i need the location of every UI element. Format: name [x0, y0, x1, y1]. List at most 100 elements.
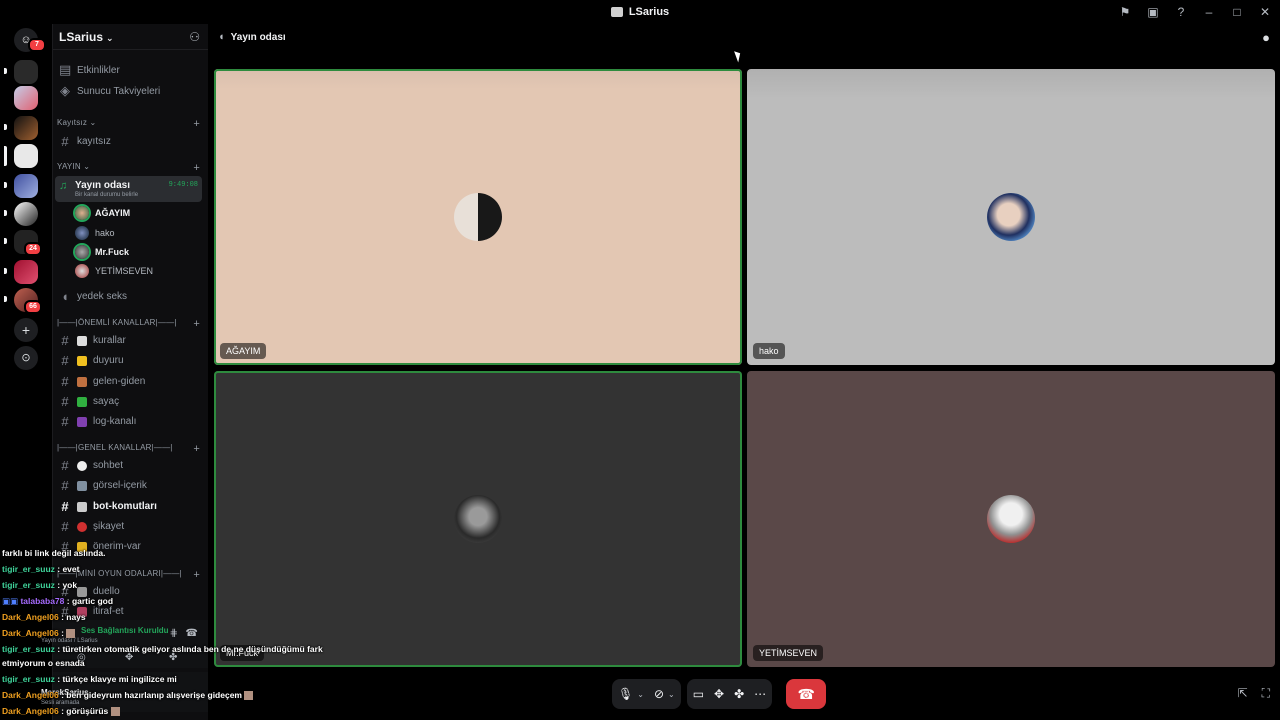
chat-icon[interactable]: ● [1262, 30, 1270, 45]
popout-icon[interactable]: ⇱ [1238, 686, 1248, 701]
mic-camera-group: 🎙︎ ⌄ ⊘ ⌄ [612, 679, 681, 709]
hash-icon: # [61, 458, 69, 473]
sidebar-item-events[interactable]: ▤ Etkinlikler [59, 62, 202, 78]
sidebar-item-label: Sunucu Takviyeleri [77, 85, 161, 97]
channel-sohbet[interactable]: # sohbet [59, 458, 202, 473]
camera-off-icon[interactable]: ⊘ [654, 687, 664, 701]
participant-tile[interactable]: Mr.Fuck [214, 371, 742, 667]
speech-bubble-icon [77, 460, 87, 471]
chat-message: ▣▣ talababa78 : gartic god [2, 596, 113, 607]
chat-text: : türetirken otomatik geliyor aslında be… [54, 644, 323, 654]
unread-pill [4, 268, 7, 274]
server-icon[interactable] [14, 116, 38, 140]
swords-icon [77, 586, 87, 597]
plus-icon[interactable]: + [193, 118, 200, 130]
call-controls: 🎙︎ ⌄ ⊘ ⌄ ▭ ✥ ✤ ⋯ ☎ [612, 678, 827, 710]
channel-kurallar[interactable]: # kurallar [59, 333, 202, 348]
member-name: YETİMSEVEN [95, 266, 154, 276]
participant-tile[interactable]: AĞAYIM [214, 69, 742, 365]
chat-message: Dark_Angel06 : nays [2, 612, 86, 622]
maximize-button[interactable]: □ [1230, 5, 1244, 19]
category-label: Kayıtsız [57, 118, 88, 127]
plus-icon[interactable]: + [193, 443, 200, 455]
plus-icon[interactable]: + [193, 162, 200, 174]
inbox-icon[interactable]: ▣ [1146, 5, 1160, 19]
mouse-cursor [734, 49, 743, 63]
more-icon[interactable]: ⋯ [754, 687, 766, 701]
hangup-button[interactable]: ☎ [786, 679, 827, 709]
plus-icon[interactable]: + [193, 569, 200, 581]
server-name: LSarius ⌄ [59, 30, 114, 44]
disconnect-icon[interactable]: ☎ [186, 628, 198, 639]
plus-icon[interactable]: + [193, 318, 200, 330]
microphone-icon[interactable]: 🎙︎ [618, 687, 633, 701]
plus-icon: + [21, 322, 31, 338]
voice-channel-active[interactable]: ♫ Yayın odası Bir kanal durumu belirle 9… [55, 176, 202, 202]
flag-icon[interactable]: ⚑ [1118, 5, 1132, 19]
hash-icon: # [61, 478, 69, 493]
avatar [75, 206, 89, 220]
channel-bot-komutlari[interactable]: # bot-komutları [59, 499, 202, 514]
voice-channel-status[interactable]: Bir kanal durumu belirle [75, 192, 138, 198]
server-icon[interactable] [14, 174, 38, 198]
channel-yedek[interactable]: ◖ yedek seks [59, 289, 202, 304]
channel-sayac[interactable]: # sayaç [59, 394, 202, 409]
chat-text: : nays [58, 612, 86, 622]
hash-icon: # [61, 499, 69, 514]
badge-icon: ▣▣ [2, 596, 21, 606]
voice-member[interactable]: AĞAYIM [75, 206, 130, 220]
fullscreen-icon[interactable]: ⛶ [1262, 686, 1270, 701]
home-badge: 7 [28, 38, 46, 52]
screen-share-icon[interactable]: ▭ [693, 687, 704, 701]
avatar [75, 226, 89, 240]
selected-pill [4, 146, 7, 166]
soundboard-icon[interactable]: ✤ [734, 687, 744, 701]
voice-member[interactable]: YETİMSEVEN [75, 264, 153, 278]
chat-message: tigir_er_suuz : türetirken otomatik geli… [2, 644, 323, 654]
category-yayin[interactable]: YAYIN ⌄ + [57, 162, 200, 174]
unread-pill [4, 296, 7, 302]
hash-icon: # [61, 394, 69, 409]
category-genel[interactable]: |——|GENEL KANALLAR|——| + [57, 443, 200, 455]
server-icon[interactable] [14, 86, 38, 110]
participant-tile[interactable]: hako [747, 69, 1275, 365]
mention-badge: 24 [24, 242, 42, 256]
channel-sikayet[interactable]: # şikayet [59, 519, 202, 534]
channel-gelen-giden[interactable]: # gelen-giden [59, 374, 202, 389]
channel-log-kanali[interactable]: # log-kanalı [59, 414, 202, 429]
channel-duyuru[interactable]: # duyuru [59, 353, 202, 368]
help-icon[interactable]: ? [1174, 5, 1188, 19]
server-icon[interactable] [14, 60, 38, 84]
server-icon[interactable] [14, 202, 38, 226]
bell-icon [77, 355, 87, 366]
channel-gorsel-icerik[interactable]: # görsel-içerik [59, 478, 202, 493]
chat-text: : gartic god [64, 596, 114, 606]
emote-icon [110, 707, 120, 717]
noise-suppression-icon[interactable]: ⋕ [170, 628, 178, 639]
server-icon [610, 7, 623, 17]
server-header[interactable]: LSarius ⌄ ⚇ [53, 24, 208, 50]
add-server-button[interactable]: + [14, 318, 38, 342]
category-onemli[interactable]: |——|ÖNEMLİ KANALLAR|——| + [57, 318, 200, 330]
chat-user: tigir_er_suuz [2, 674, 55, 684]
chevron-down-icon[interactable]: ⌄ [668, 690, 675, 699]
sidebar-item-boosts[interactable]: ◈ Sunucu Takviyeleri [59, 83, 202, 99]
channel-label: bot-komutları [93, 501, 157, 512]
voice-member[interactable]: Mr.Fuck [75, 245, 129, 259]
chat-text: : evet [54, 564, 80, 574]
unread-pill [4, 124, 7, 130]
close-button[interactable]: ✕ [1258, 5, 1272, 19]
voice-member[interactable]: hako [75, 226, 115, 240]
speaker-icon: ◖ [218, 31, 225, 43]
discover-button[interactable]: ⊙ [14, 346, 38, 370]
channel-kayitsiz[interactable]: # kayıtsız [59, 134, 202, 149]
unread-pill [4, 182, 7, 188]
activity-icon[interactable]: ✥ [714, 687, 724, 701]
category-kayitsiz[interactable]: Kayıtsız ⌄ + [57, 118, 200, 130]
server-icon[interactable] [14, 260, 38, 284]
participant-tile[interactable]: YETİMSEVEN [747, 371, 1275, 667]
server-icon-lsarius[interactable] [14, 144, 38, 168]
chevron-down-icon[interactable]: ⌄ [637, 690, 644, 699]
invite-icon[interactable]: ⚇ [189, 30, 200, 44]
minimize-button[interactable]: – [1202, 5, 1216, 19]
